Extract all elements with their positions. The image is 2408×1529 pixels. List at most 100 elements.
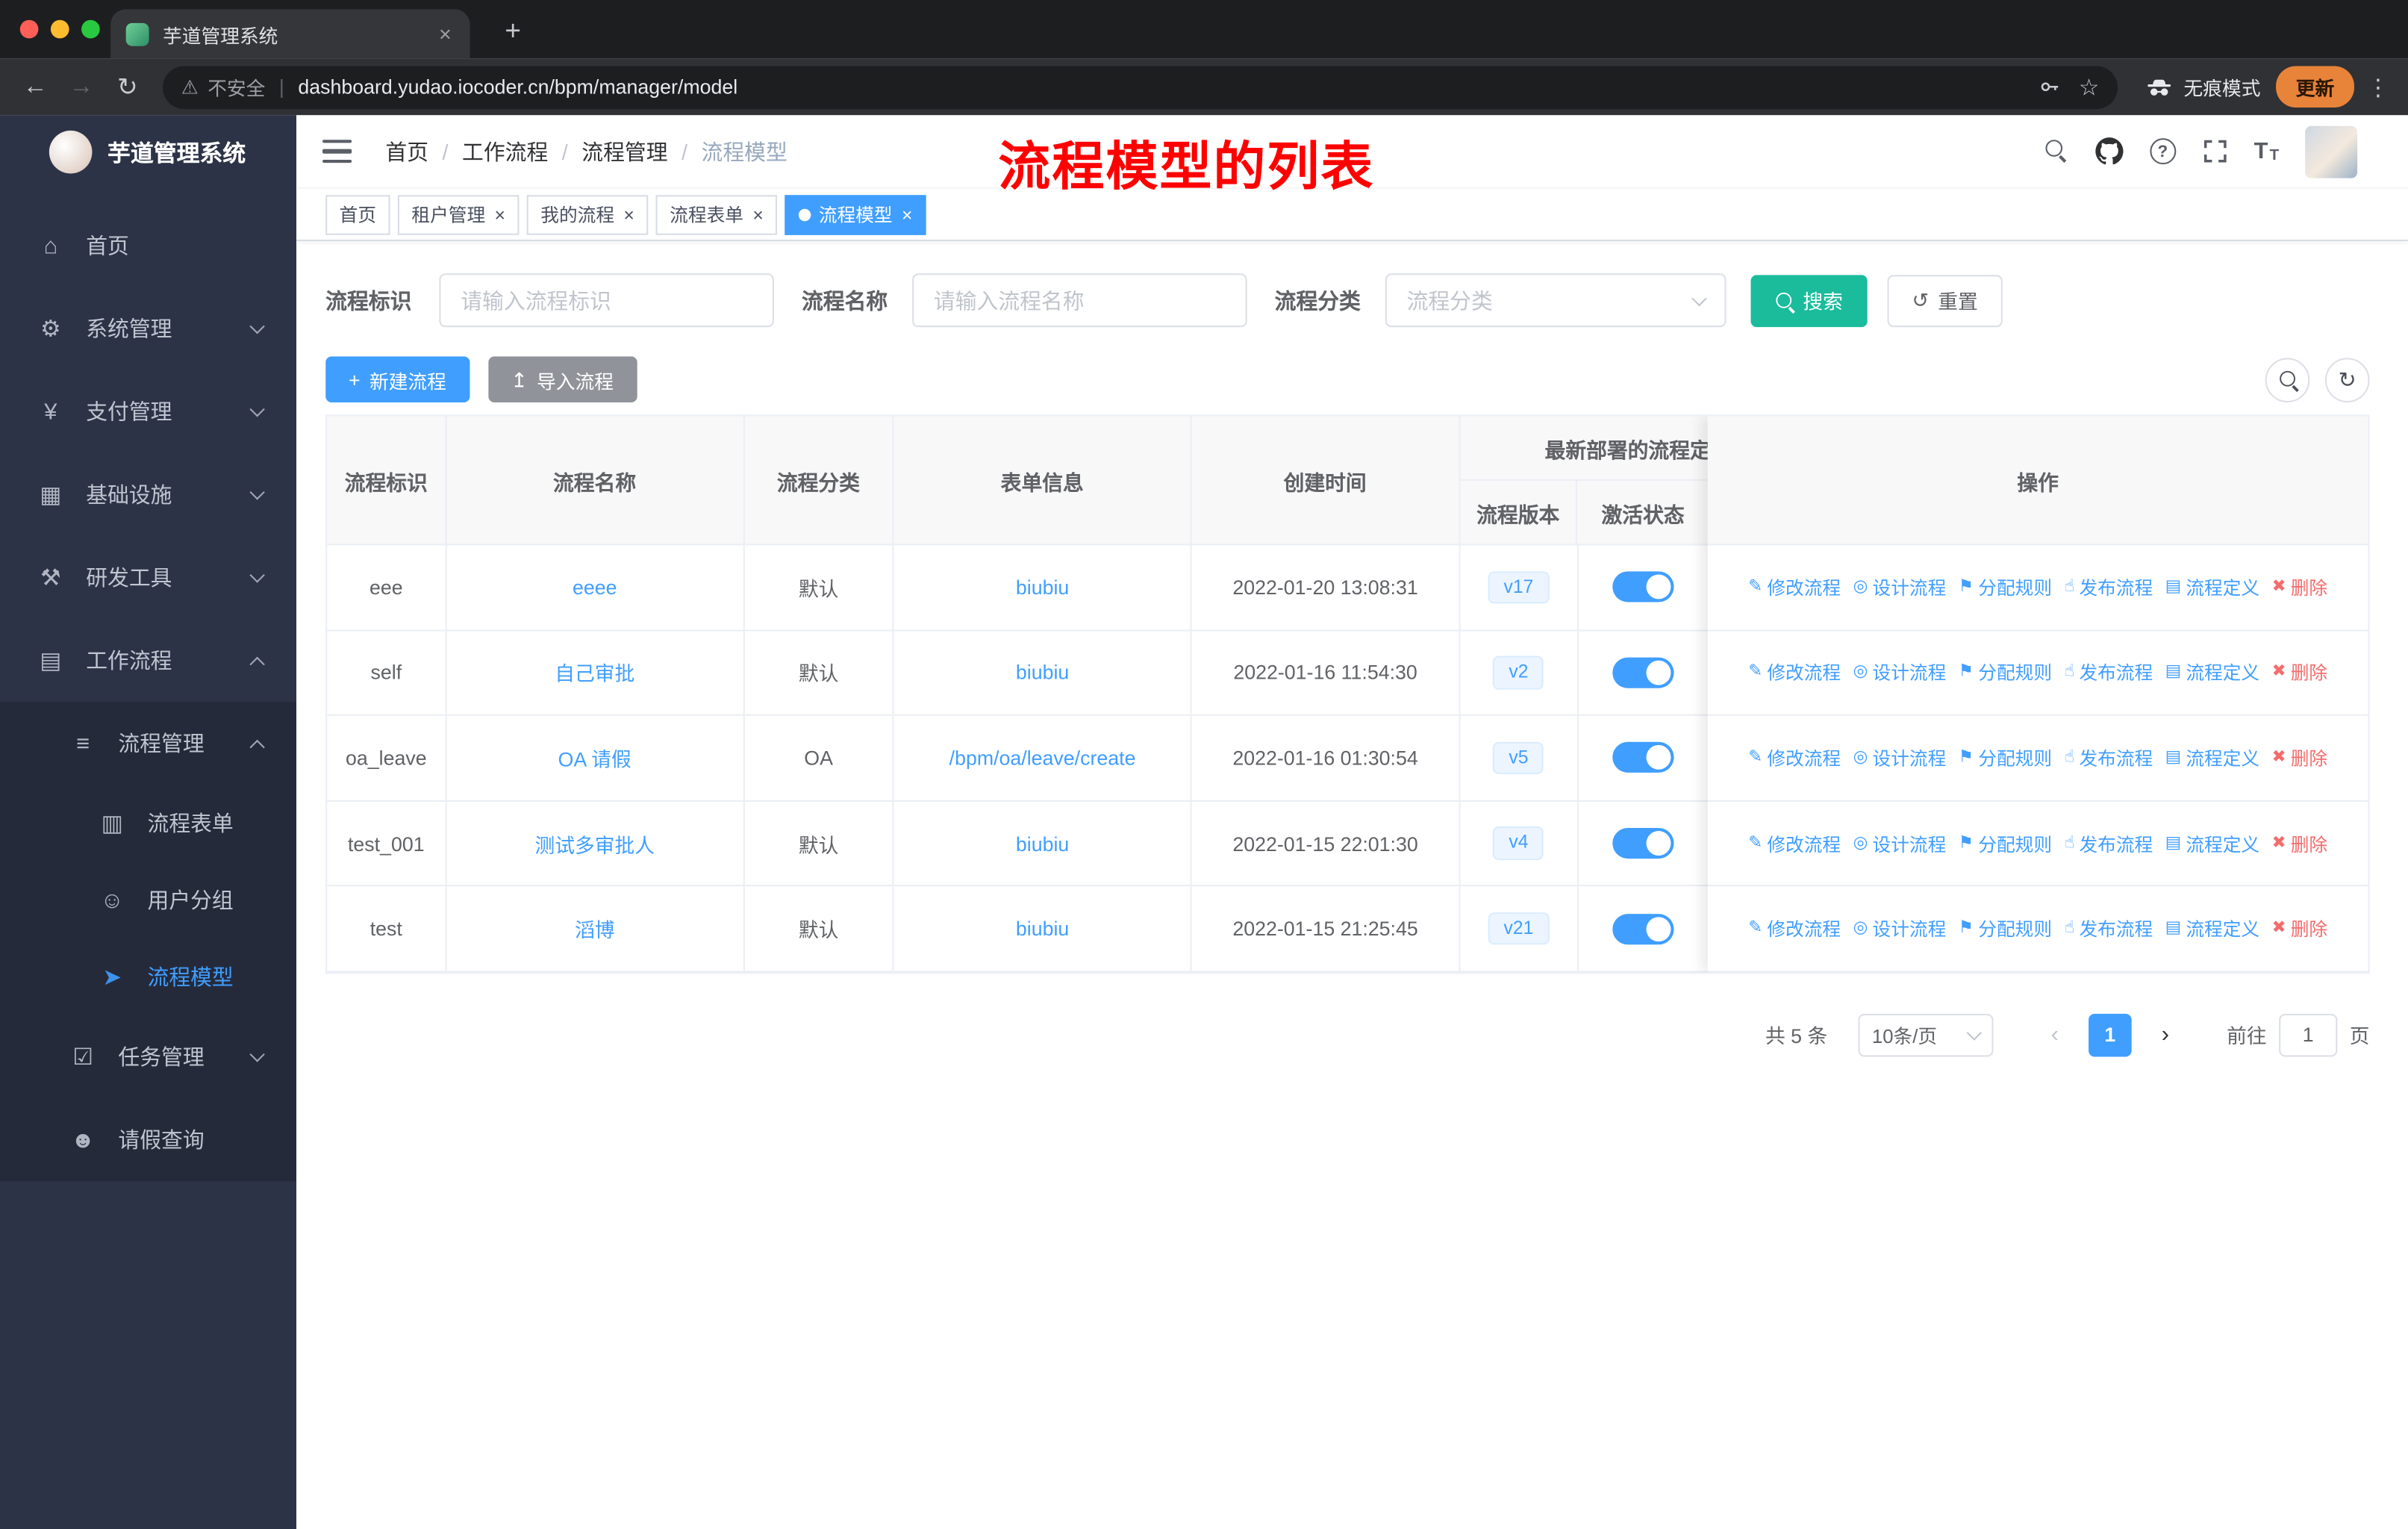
sidebar-item-workflow[interactable]: ▤ 工作流程 xyxy=(0,619,296,702)
action-assign-link[interactable]: ⚑ 分配规则 xyxy=(1959,574,2052,600)
form-info-link[interactable]: biubiu xyxy=(1016,661,1069,684)
tag-close-icon[interactable]: × xyxy=(752,205,763,224)
action-design-link[interactable]: ◎ 设计流程 xyxy=(1853,916,1947,942)
browser-menu-icon[interactable]: ⋮ xyxy=(2366,73,2389,101)
help-icon[interactable]: ? xyxy=(2149,138,2176,165)
address-bar[interactable]: ⚠ 不安全 | dashboard.yudao.iocoder.cn/bpm/m… xyxy=(163,65,2118,109)
process-name-link[interactable]: 测试多审批人 xyxy=(534,829,655,858)
sidebar-item-leave-query[interactable]: ☻ 请假查询 xyxy=(0,1098,297,1182)
action-publish-link[interactable]: ☝ 发布流程 xyxy=(2065,659,2153,685)
action-modify-link[interactable]: ✎ 修改流程 xyxy=(1748,574,1841,600)
action-delete-link[interactable]: ✖ 删除 xyxy=(2272,830,2328,856)
sidebar-item-process-model[interactable]: ➤ 流程模型 xyxy=(0,938,297,1015)
action-publish-link[interactable]: ☝ 发布流程 xyxy=(2065,830,2153,856)
tag-my-process[interactable]: 我的流程 × xyxy=(526,194,649,234)
fullscreen-icon[interactable] xyxy=(2202,138,2228,164)
action-publish-link[interactable]: ☝ 发布流程 xyxy=(2065,574,2153,600)
browser-tab[interactable]: 芋道管理系统 × xyxy=(110,9,470,59)
search-icon[interactable] xyxy=(2044,140,2068,163)
action-publish-link[interactable]: ☝ 发布流程 xyxy=(2065,745,2153,771)
action-delete-link[interactable]: ✖ 删除 xyxy=(2272,745,2328,771)
new-tab-icon[interactable]: + xyxy=(494,12,531,49)
font-size-icon[interactable]: TT xyxy=(2254,138,2279,164)
action-modify-link[interactable]: ✎ 修改流程 xyxy=(1748,659,1841,685)
tag-tenant[interactable]: 租户管理 × xyxy=(397,194,520,234)
action-definition-link[interactable]: ▤ 流程定义 xyxy=(2165,830,2259,856)
action-design-link[interactable]: ◎ 设计流程 xyxy=(1853,574,1947,600)
search-button[interactable]: 搜索 xyxy=(1750,274,1868,327)
back-icon[interactable]: ← xyxy=(12,63,58,110)
process-key-input[interactable] xyxy=(439,273,774,328)
sidebar-item-infrastructure[interactable]: ▦ 基础设施 xyxy=(0,453,296,536)
process-name-link[interactable]: 滔博 xyxy=(575,915,615,944)
current-page[interactable]: 1 xyxy=(2088,1013,2132,1057)
forward-icon[interactable]: → xyxy=(58,63,105,110)
process-name-input[interactable] xyxy=(912,273,1247,328)
active-toggle[interactable] xyxy=(1612,571,1675,603)
action-delete-link[interactable]: ✖ 删除 xyxy=(2272,574,2328,600)
action-modify-link[interactable]: ✎ 修改流程 xyxy=(1748,916,1841,942)
key-icon[interactable] xyxy=(2037,75,2060,99)
reset-button[interactable]: ↺ 重置 xyxy=(1887,274,2003,327)
tag-close-icon[interactable]: × xyxy=(623,205,634,224)
user-avatar[interactable] xyxy=(2305,125,2358,178)
action-assign-link[interactable]: ⚑ 分配规则 xyxy=(1959,916,2052,942)
import-process-button[interactable]: ↥ 导入流程 xyxy=(487,356,637,403)
create-process-button[interactable]: + 新建流程 xyxy=(325,356,470,403)
reload-icon[interactable]: ↻ xyxy=(105,63,151,110)
tag-close-icon[interactable]: × xyxy=(495,205,505,224)
tab-close-icon[interactable]: × xyxy=(436,22,455,46)
action-definition-link[interactable]: ▤ 流程定义 xyxy=(2165,745,2259,771)
sidebar-item-payment[interactable]: ¥ 支付管理 xyxy=(0,370,296,453)
close-window-icon[interactable] xyxy=(19,19,39,39)
form-info-link[interactable]: biubiu xyxy=(1016,918,1069,941)
bookmark-star-icon[interactable]: ☆ xyxy=(2079,73,2100,101)
action-assign-link[interactable]: ⚑ 分配规则 xyxy=(1959,745,2052,771)
next-page-button[interactable]: › xyxy=(2144,1014,2187,1057)
action-definition-link[interactable]: ▤ 流程定义 xyxy=(2165,574,2259,600)
action-modify-link[interactable]: ✎ 修改流程 xyxy=(1748,830,1841,856)
update-button[interactable]: 更新 xyxy=(2276,66,2354,108)
process-name-link[interactable]: 自己审批 xyxy=(555,658,634,687)
minimize-window-icon[interactable] xyxy=(50,19,69,39)
sidebar-item-devtools[interactable]: ⚒ 研发工具 xyxy=(0,536,296,619)
show-search-button[interactable] xyxy=(2265,357,2310,402)
process-name-link[interactable]: eeee xyxy=(573,576,617,599)
breadcrumb-item[interactable]: 首页 xyxy=(385,136,428,166)
process-name-link[interactable]: OA 请假 xyxy=(558,744,631,773)
active-toggle[interactable] xyxy=(1612,742,1675,773)
sidebar-item-process-management[interactable]: ≡ 流程管理 xyxy=(0,702,297,785)
form-info-link[interactable]: biubiu xyxy=(1016,832,1069,855)
sidebar-item-home[interactable]: ⌂ 首页 xyxy=(0,205,296,287)
action-design-link[interactable]: ◎ 设计流程 xyxy=(1853,745,1947,771)
sidebar-item-system[interactable]: ⚙ 系统管理 xyxy=(0,287,296,370)
action-delete-link[interactable]: ✖ 删除 xyxy=(2272,659,2328,685)
form-info-link[interactable]: /bpm/oa/leave/create xyxy=(949,747,1136,770)
sidebar-item-user-group[interactable]: ☺ 用户分组 xyxy=(0,862,297,939)
form-info-link[interactable]: biubiu xyxy=(1016,576,1069,599)
action-design-link[interactable]: ◎ 设计流程 xyxy=(1853,659,1947,685)
hamburger-icon[interactable] xyxy=(322,140,352,164)
active-toggle[interactable] xyxy=(1612,913,1675,944)
action-definition-link[interactable]: ▤ 流程定义 xyxy=(2165,916,2259,942)
action-assign-link[interactable]: ⚑ 分配规则 xyxy=(1959,830,2052,856)
breadcrumb-item[interactable]: 流程管理 xyxy=(581,136,667,166)
maximize-window-icon[interactable] xyxy=(81,19,100,39)
action-modify-link[interactable]: ✎ 修改流程 xyxy=(1748,745,1841,771)
refresh-table-button[interactable]: ↻ xyxy=(2324,357,2370,402)
tag-process-form[interactable]: 流程表单 × xyxy=(655,194,778,234)
active-toggle[interactable] xyxy=(1612,657,1675,688)
sidebar-item-task-management[interactable]: ☑ 任务管理 xyxy=(0,1015,297,1099)
action-delete-link[interactable]: ✖ 删除 xyxy=(2272,916,2328,942)
prev-page-button[interactable]: ‹ xyxy=(2033,1014,2077,1057)
action-publish-link[interactable]: ☝ 发布流程 xyxy=(2065,916,2153,942)
action-definition-link[interactable]: ▤ 流程定义 xyxy=(2165,659,2259,685)
page-size-select[interactable]: 10条/页 xyxy=(1858,1013,1994,1057)
category-select[interactable]: 流程分类 xyxy=(1385,273,1727,328)
sidebar-item-process-form[interactable]: ▥ 流程表单 xyxy=(0,785,297,862)
action-assign-link[interactable]: ⚑ 分配规则 xyxy=(1959,659,2052,685)
tag-close-icon[interactable]: × xyxy=(902,205,912,224)
action-design-link[interactable]: ◎ 设计流程 xyxy=(1853,830,1947,856)
breadcrumb-item[interactable]: 工作流程 xyxy=(462,136,548,166)
tag-home[interactable]: 首页 xyxy=(325,194,390,234)
